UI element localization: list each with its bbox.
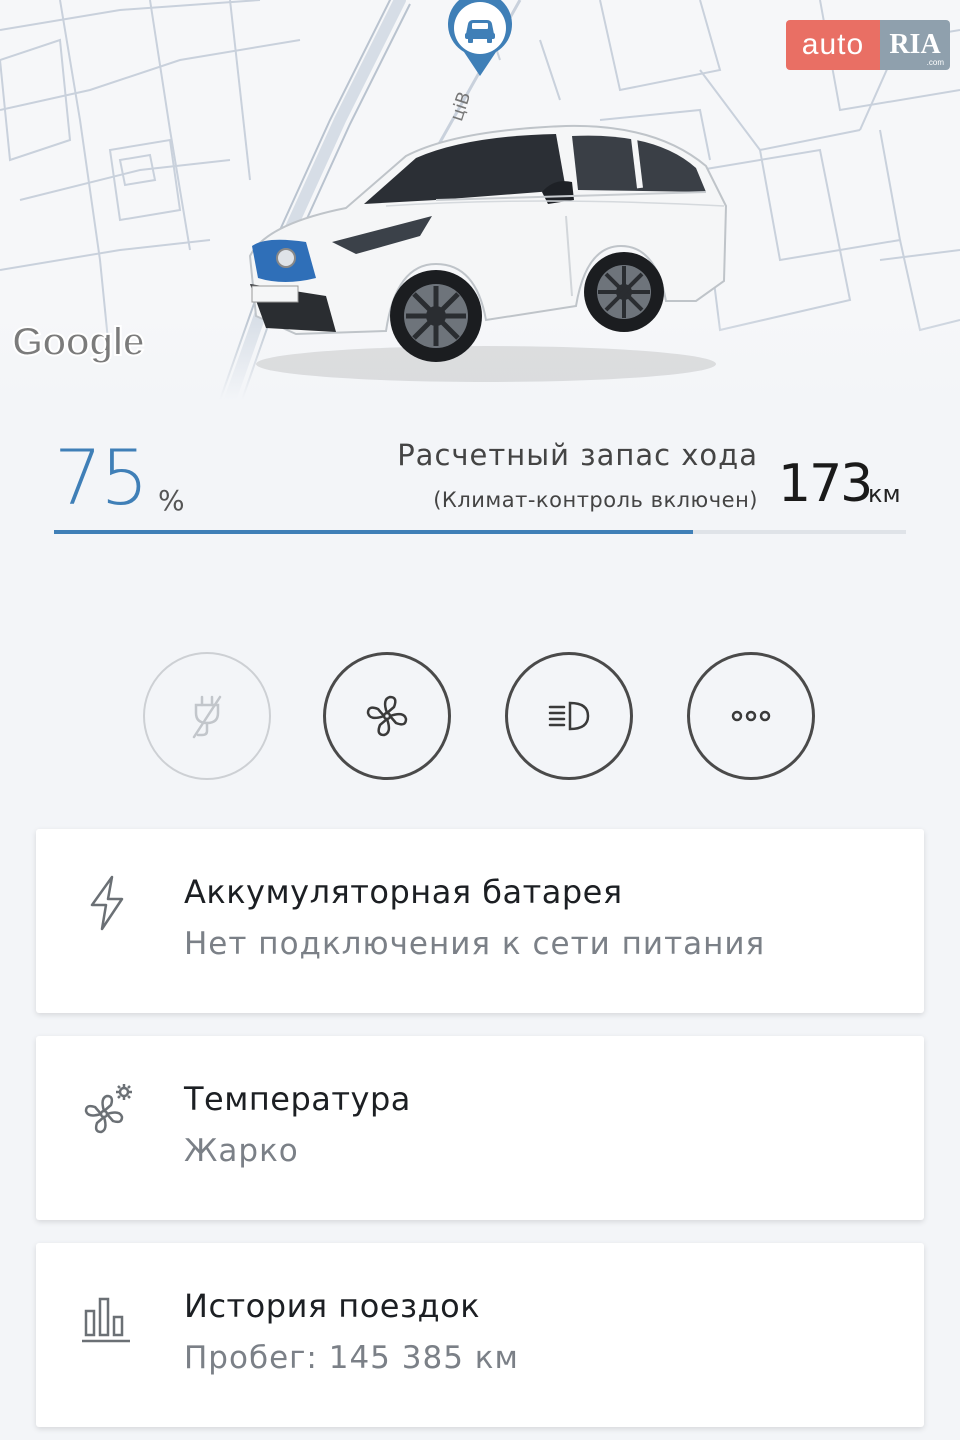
- trip-history-card-subtitle: Пробег: 145 385 км: [184, 1340, 519, 1376]
- battery-card-title: Аккумуляторная батарея: [184, 873, 623, 911]
- lightning-icon: [90, 875, 124, 931]
- battery-card[interactable]: Аккумуляторная батарея Нет подключения к…: [36, 829, 924, 1013]
- headlights-button[interactable]: [505, 652, 633, 780]
- trip-history-card[interactable]: История поездок Пробег: 145 385 км: [36, 1243, 924, 1427]
- range-value: 173: [778, 454, 873, 514]
- car-location-pin-icon[interactable]: [444, 0, 516, 78]
- charging-button[interactable]: [143, 652, 271, 780]
- temperature-card[interactable]: Температура Жарко: [36, 1036, 924, 1220]
- battery-card-subtitle: Нет подключения к сети питания: [184, 926, 766, 962]
- climate-button[interactable]: [323, 652, 451, 780]
- brand-ria-domain: .com: [926, 58, 944, 67]
- fan-icon: [366, 695, 408, 737]
- more-dots-icon: [731, 710, 771, 722]
- temperature-card-subtitle: Жарко: [184, 1133, 299, 1169]
- more-button[interactable]: [687, 652, 815, 780]
- battery-level-bar: [54, 530, 906, 534]
- battery-level-fill: [54, 530, 693, 534]
- temperature-card-title: Температура: [184, 1080, 411, 1118]
- map-attribution: Google: [11, 319, 146, 365]
- battery-percent-unit: %: [158, 484, 185, 517]
- fan-settings-icon: [84, 1084, 132, 1134]
- map-view[interactable]: auto RIA .com Google ціВ: [0, 0, 960, 400]
- autoria-watermark: auto RIA .com: [786, 20, 950, 70]
- trip-history-card-title: История поездок: [184, 1287, 481, 1325]
- headlights-icon: [548, 701, 590, 731]
- range-subtitle: (Климат-контроль включен): [433, 488, 758, 512]
- range-title: Расчетный запас хода: [397, 438, 758, 472]
- brand-ria: RIA: [889, 29, 941, 60]
- brand-auto: auto: [786, 20, 880, 70]
- battery-percent: 75: [54, 433, 149, 522]
- bar-chart-icon: [82, 1297, 130, 1343]
- plug-off-icon: [192, 695, 222, 739]
- car-image: [248, 124, 728, 382]
- range-unit: км: [868, 480, 901, 508]
